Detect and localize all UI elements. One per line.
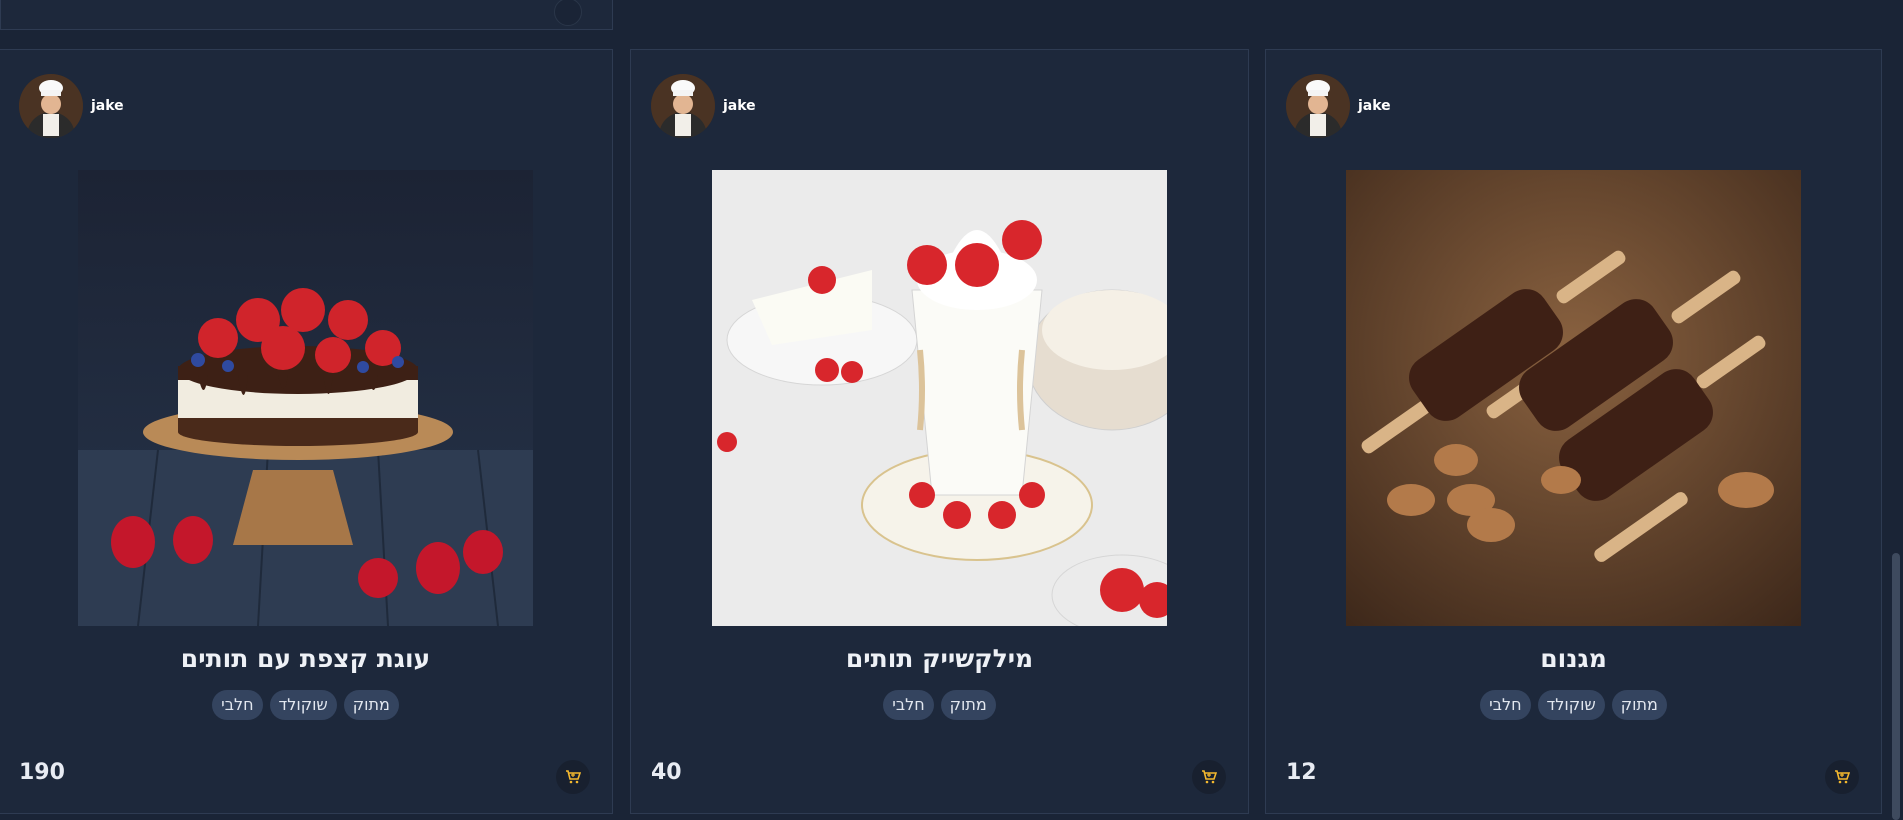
add-to-cart-button[interactable] — [1192, 760, 1226, 794]
product-image[interactable] — [78, 170, 533, 626]
product-card[interactable]: jake — [1265, 49, 1882, 814]
tag[interactable]: מתוק — [940, 690, 996, 720]
tag-list: מתוק שוקולד חלבי — [1266, 690, 1881, 720]
previous-card-bottom — [0, 0, 613, 30]
author-info[interactable]: jake — [651, 74, 756, 138]
tag[interactable]: חלבי — [883, 690, 934, 720]
chef-avatar — [19, 74, 83, 138]
scrollbar-thumb[interactable] — [1892, 553, 1900, 820]
product-price: 12 — [1286, 760, 1317, 785]
tag-list: מתוק שוקולד חלבי — [0, 690, 612, 720]
product-image[interactable] — [1346, 170, 1801, 626]
tag[interactable]: חלבי — [212, 690, 263, 720]
previous-card-cart-button[interactable] — [554, 0, 582, 26]
product-card[interactable]: jake — [630, 49, 1249, 814]
product-title[interactable]: מגנום — [1266, 644, 1881, 673]
product-title[interactable]: עוגת קצפת עם תותים — [0, 644, 612, 673]
tag-list: מתוק חלבי — [631, 690, 1248, 720]
cart-icon — [1835, 770, 1850, 784]
author-name[interactable]: jake — [723, 98, 756, 114]
cart-icon — [1202, 770, 1217, 784]
product-price: 190 — [19, 760, 65, 785]
author-info[interactable]: jake — [19, 74, 124, 138]
tag[interactable]: מתוק — [343, 690, 399, 720]
product-card[interactable]: jake — [0, 49, 613, 814]
tag[interactable]: שוקולד — [1537, 690, 1605, 720]
tag[interactable]: מתוק — [1611, 690, 1667, 720]
add-to-cart-button[interactable] — [556, 760, 590, 794]
product-title[interactable]: מילקשייק תותים — [631, 644, 1248, 673]
author-name[interactable]: jake — [91, 98, 124, 114]
product-price: 40 — [651, 760, 682, 785]
chef-avatar — [651, 74, 715, 138]
author-info[interactable]: jake — [1286, 74, 1391, 138]
cart-icon — [566, 770, 581, 784]
product-image[interactable] — [712, 170, 1167, 626]
tag[interactable]: חלבי — [1480, 690, 1531, 720]
page-scrollbar[interactable] — [1889, 0, 1903, 820]
tag[interactable]: שוקולד — [269, 690, 337, 720]
author-name[interactable]: jake — [1358, 98, 1391, 114]
chef-avatar — [1286, 74, 1350, 138]
add-to-cart-button[interactable] — [1825, 760, 1859, 794]
